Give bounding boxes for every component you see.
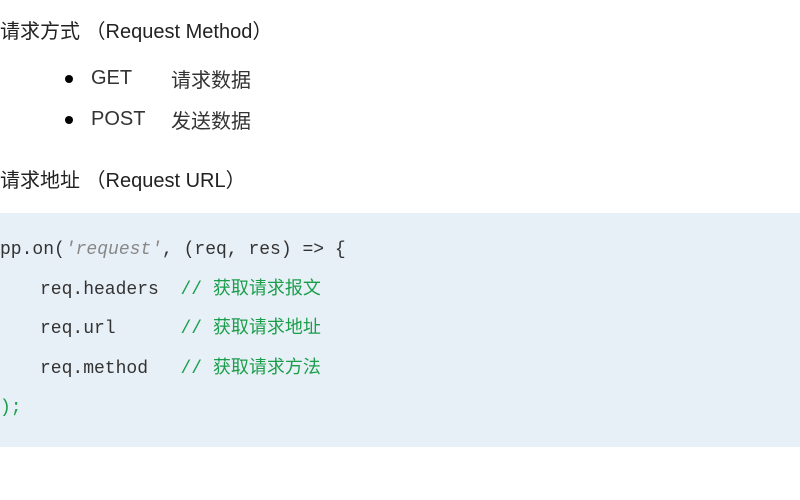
list-item: GET 请求数据 (65, 64, 800, 93)
code-line: req.headers // 获取请求报文 (0, 271, 800, 311)
bullet-icon (65, 116, 73, 124)
bullet-icon (65, 75, 73, 83)
method-name: POST (91, 108, 161, 131)
method-desc: 发送数据 (171, 105, 251, 134)
method-list: GET 请求数据 POST 发送数据 (65, 64, 800, 134)
code-line: req.url // 获取请求地址 (0, 310, 800, 350)
code-line: ); (0, 389, 800, 429)
list-item: POST 发送数据 (65, 105, 800, 134)
code-line: pp.on('request', (req, res) => { (0, 231, 800, 271)
code-block: pp.on('request', (req, res) => { req.hea… (0, 213, 800, 447)
method-desc: 请求数据 (171, 64, 251, 93)
request-method-heading: 请求方式 （Request Method） (0, 15, 800, 44)
method-name: GET (91, 67, 161, 90)
request-url-heading: 请求地址 （Request URL） (0, 164, 800, 193)
code-line: req.method // 获取请求方法 (0, 350, 800, 390)
